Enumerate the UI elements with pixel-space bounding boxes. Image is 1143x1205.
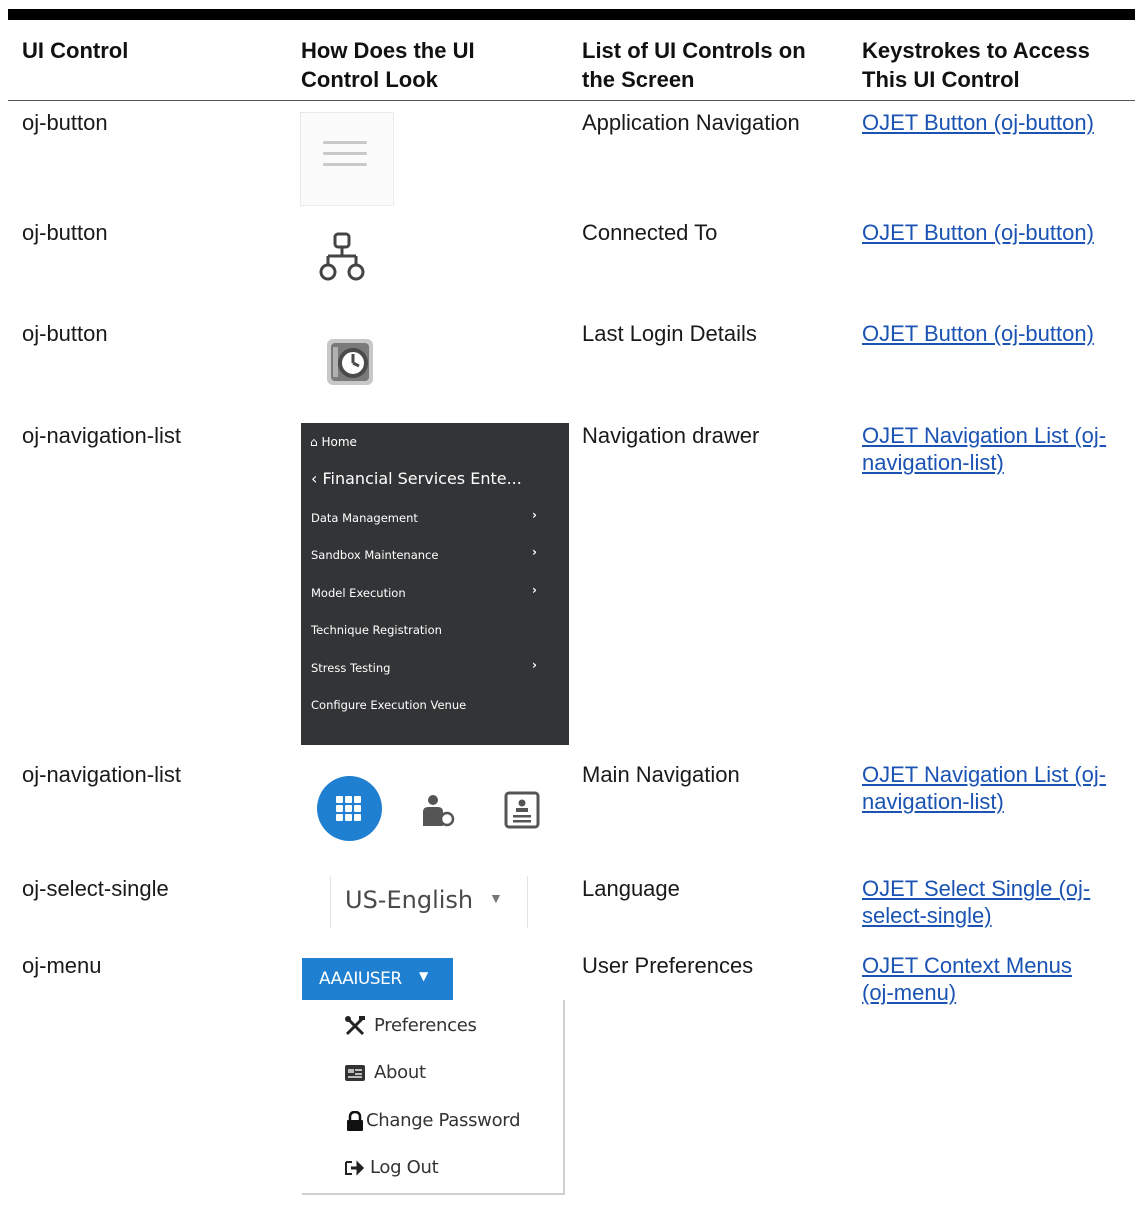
row1-link[interactable]: OJET Button (oj-button) — [862, 109, 1094, 136]
menu-item-change-password[interactable]: Change Password — [344, 1110, 521, 1131]
drawer-item-stress-testing[interactable]: Stress Testing — [311, 661, 390, 675]
row5-screen: Main Navigation — [582, 762, 740, 787]
row2-control: oj-button — [22, 220, 108, 245]
drawer-item-model-execution[interactable]: Model Execution — [311, 586, 406, 600]
row3-screen: Last Login Details — [582, 321, 757, 346]
row3-control: oj-button — [22, 321, 108, 346]
menu-item-log-out[interactable]: Log Out — [344, 1157, 439, 1178]
document-icon[interactable] — [503, 791, 541, 829]
row7-screen: User Preferences — [582, 953, 754, 978]
menu-item-preferences[interactable]: Preferences — [344, 1015, 477, 1036]
row5-control: oj-navigation-list — [22, 762, 181, 787]
header-ui-control: UI Control — [22, 38, 129, 63]
chevron-right-icon: › — [532, 508, 537, 522]
row1-control: oj-button — [22, 110, 108, 135]
application-navigation-button[interactable] — [300, 112, 394, 206]
user-settings-icon[interactable] — [419, 794, 459, 828]
row3-link[interactable]: OJET Button (oj-button) — [862, 320, 1094, 347]
drawer-item-technique-registration[interactable]: Technique Registration — [311, 623, 442, 637]
hierarchy-icon[interactable] — [318, 231, 368, 283]
sign-out-icon — [345, 1160, 365, 1176]
table-top-rule — [8, 9, 1135, 20]
app-grid-button[interactable] — [317, 776, 382, 841]
header-how-look: How Does the UI Control Look — [301, 38, 475, 92]
row7-link[interactable]: OJET Context Menus (oj-menu) — [862, 952, 1072, 1006]
navigation-drawer: ⌂ Home ‹ Financial Services Ente... Data… — [301, 423, 569, 745]
drawer-item-configure-execution-venue[interactable]: Configure Execution Venue — [311, 698, 466, 712]
user-menu-button[interactable]: AAAIUSER ▼ — [302, 958, 453, 1000]
row2-screen: Connected To — [582, 220, 718, 245]
caret-down-icon: ▼ — [489, 890, 503, 906]
user-menu: Preferences About Change Password Log Ou… — [302, 1000, 565, 1195]
row2-link[interactable]: OJET Button (oj-button) — [862, 219, 1094, 246]
drawer-item-data-management[interactable]: Data Management — [311, 511, 418, 525]
row7-control: oj-menu — [22, 953, 102, 978]
language-select-value: US-English — [345, 886, 474, 914]
home-icon: ⌂ — [310, 435, 318, 449]
app-grid-icon — [336, 796, 362, 821]
chevron-left-icon: ‹ — [311, 469, 318, 488]
clock-icon[interactable] — [325, 337, 375, 387]
row6-control: oj-select-single — [22, 876, 169, 901]
drawer-home[interactable]: ⌂ Home — [310, 435, 357, 449]
row6-screen: Language — [582, 876, 680, 901]
row5-link[interactable]: OJET Navigation List (oj-navigation-list… — [862, 761, 1106, 815]
user-menu-label: AAAIUSER — [319, 969, 402, 989]
header-divider — [8, 100, 1135, 101]
tools-icon — [345, 1016, 365, 1036]
chevron-right-icon: › — [532, 583, 537, 597]
info-window-icon — [345, 1065, 365, 1081]
drawer-breadcrumb[interactable]: ‹ Financial Services Ente... — [311, 469, 522, 488]
drawer-item-sandbox-maintenance[interactable]: Sandbox Maintenance — [311, 548, 438, 562]
header-keystrokes: Keystrokes to Access This UI Control — [862, 38, 1090, 92]
chevron-right-icon: › — [532, 545, 537, 559]
header-list-controls: List of UI Controls on the Screen — [582, 38, 806, 92]
row4-screen: Navigation drawer — [582, 423, 760, 448]
menu-item-about[interactable]: About — [344, 1062, 426, 1083]
row4-link[interactable]: OJET Navigation List (oj-navigation-list… — [862, 422, 1106, 476]
caret-down-icon: ▼ — [419, 969, 429, 983]
row6-link[interactable]: OJET Select Single (oj-select-single) — [862, 875, 1090, 929]
language-select[interactable]: US-English ▼ — [330, 876, 528, 928]
lock-icon — [347, 1111, 363, 1131]
row4-control: oj-navigation-list — [22, 423, 181, 448]
row1-screen: Application Navigation — [582, 110, 800, 135]
chevron-right-icon: › — [532, 658, 537, 672]
